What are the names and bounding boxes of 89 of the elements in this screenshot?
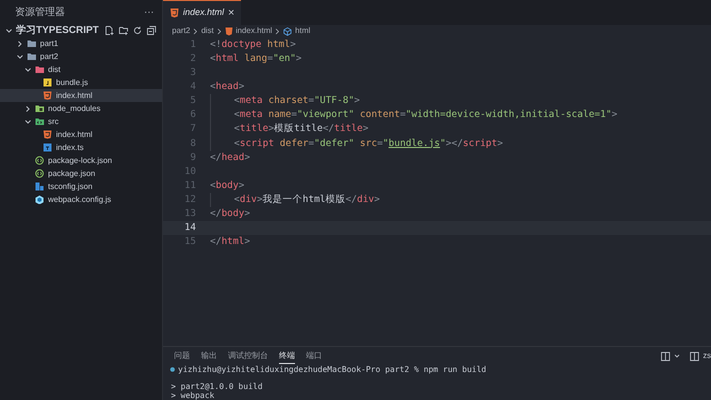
chevron-icon[interactable] xyxy=(5,26,13,34)
panel-tab[interactable]: 终端 xyxy=(279,348,295,364)
chevron-icon xyxy=(216,28,222,34)
chevron-icon[interactable] xyxy=(24,66,32,74)
terminal-line: yizhizhu@yizhiteliduxingdezhudeMacBook-Pro part2 % npm run build xyxy=(178,365,486,374)
tree-item[interactable]: node_modules xyxy=(0,102,162,115)
code-line: </head> xyxy=(210,150,250,165)
more-actions-button[interactable]: ··· xyxy=(144,4,154,20)
tree-item[interactable]: index.ts xyxy=(0,141,162,154)
code-line: <!doctype html> xyxy=(210,38,296,52)
line-number: 10 xyxy=(184,164,196,179)
tree-item[interactable]: part1 xyxy=(0,37,162,50)
new-file-icon[interactable] xyxy=(105,26,114,35)
json-file-icon xyxy=(35,156,44,165)
code-line: <title>模版title</title> xyxy=(210,122,368,137)
tree-item[interactable]: dist xyxy=(0,63,162,76)
workspace-root[interactable]: 学习TYPESCRIPT xyxy=(16,26,99,36)
panel-tab[interactable]: 调试控制台 xyxy=(228,348,268,364)
tree-item[interactable]: bundle.js xyxy=(0,76,162,89)
html-file-icon xyxy=(43,91,52,100)
code-line: <script defer="defer" src="bundle.js"></script> xyxy=(210,136,503,151)
tree-item[interactable]: tsconfig.json xyxy=(0,180,162,193)
code-line: </html> xyxy=(210,235,250,250)
tab-label: index.html xyxy=(183,6,224,20)
line-number: 13 xyxy=(184,207,196,222)
code-line: <head> xyxy=(210,80,244,94)
tree-item[interactable]: package.json xyxy=(0,167,162,180)
tree-item[interactable]: src xyxy=(0,115,162,128)
code-line: <meta charset="UTF-8"> xyxy=(210,94,360,109)
split-panel-icon[interactable] xyxy=(690,352,699,360)
panel-tab[interactable]: 输出 xyxy=(201,348,217,364)
panel-tab[interactable]: 问题 xyxy=(174,348,190,364)
code-line: </body> xyxy=(210,207,250,222)
code-line: <body> xyxy=(210,178,244,193)
line-number: 15 xyxy=(184,235,196,250)
html-file-icon xyxy=(224,26,233,36)
tree-item[interactable]: part2 xyxy=(0,50,162,63)
folder-icon xyxy=(35,117,44,126)
chevron-icon[interactable] xyxy=(24,118,32,126)
breadcrumb-item[interactable]: html xyxy=(295,25,310,37)
tree-item[interactable]: package-lock.json xyxy=(0,154,162,167)
chevron-icon[interactable] xyxy=(16,40,24,48)
chevron-down-icon[interactable] xyxy=(674,353,680,359)
folder-icon xyxy=(35,104,44,113)
line-number: 8 xyxy=(189,136,196,151)
line-number: 14 xyxy=(184,221,196,236)
cube-icon xyxy=(283,26,292,36)
ts-file-icon xyxy=(43,143,52,152)
breadcrumb-item[interactable]: part2 xyxy=(172,25,190,37)
breadcrumb-item[interactable]: index.html xyxy=(236,25,272,37)
chevron-icon xyxy=(193,28,198,34)
tree-item[interactable]: index.html xyxy=(0,89,162,102)
html-file-icon xyxy=(43,130,52,139)
config-file-icon xyxy=(35,182,44,191)
line-number: 3 xyxy=(189,66,196,80)
new-folder-icon[interactable] xyxy=(119,26,128,35)
editor-tab[interactable]: index.html × xyxy=(163,0,242,25)
code-line: <html lang="en"> xyxy=(210,52,302,66)
refresh-icon[interactable] xyxy=(133,26,142,35)
tree-item[interactable]: webpack.config.js xyxy=(0,193,162,206)
js-file-icon xyxy=(43,78,52,87)
html-file-icon xyxy=(170,8,179,18)
code-line: <div>我是一个html模版</div> xyxy=(210,192,380,208)
status-dot-icon xyxy=(170,367,175,372)
collapse-all-icon[interactable] xyxy=(147,26,156,35)
json-file-icon xyxy=(35,169,44,178)
line-number: 5 xyxy=(189,94,196,108)
cube-icon xyxy=(35,195,44,204)
line-number: 2 xyxy=(189,52,196,66)
panel-tab[interactable]: 端口 xyxy=(306,348,322,364)
terminal-name[interactable]: zs xyxy=(703,350,711,362)
code-line: <meta name="viewport" content="width=device-width,initial-scale=1"> xyxy=(210,108,618,123)
line-number: 11 xyxy=(184,178,196,193)
terminal-line: > webpack xyxy=(170,391,214,400)
chevron-icon[interactable] xyxy=(16,52,24,60)
chevron-icon xyxy=(275,28,280,34)
terminal-line: > part2@1.0.0 build xyxy=(170,382,263,391)
line-number: 7 xyxy=(189,122,196,136)
close-button[interactable]: × xyxy=(228,8,234,18)
line-number: 9 xyxy=(189,150,196,165)
split-layout-icon[interactable] xyxy=(661,352,670,360)
line-number: 4 xyxy=(189,80,196,94)
tree-item[interactable]: index.html xyxy=(0,128,162,141)
breadcrumb-item[interactable]: dist xyxy=(201,25,214,37)
line-number: 12 xyxy=(184,192,196,207)
line-number: 6 xyxy=(189,108,196,122)
chevron-icon[interactable] xyxy=(24,104,32,112)
sidebar-title: 资源管理器 xyxy=(15,6,65,20)
line-number: 1 xyxy=(189,38,196,52)
